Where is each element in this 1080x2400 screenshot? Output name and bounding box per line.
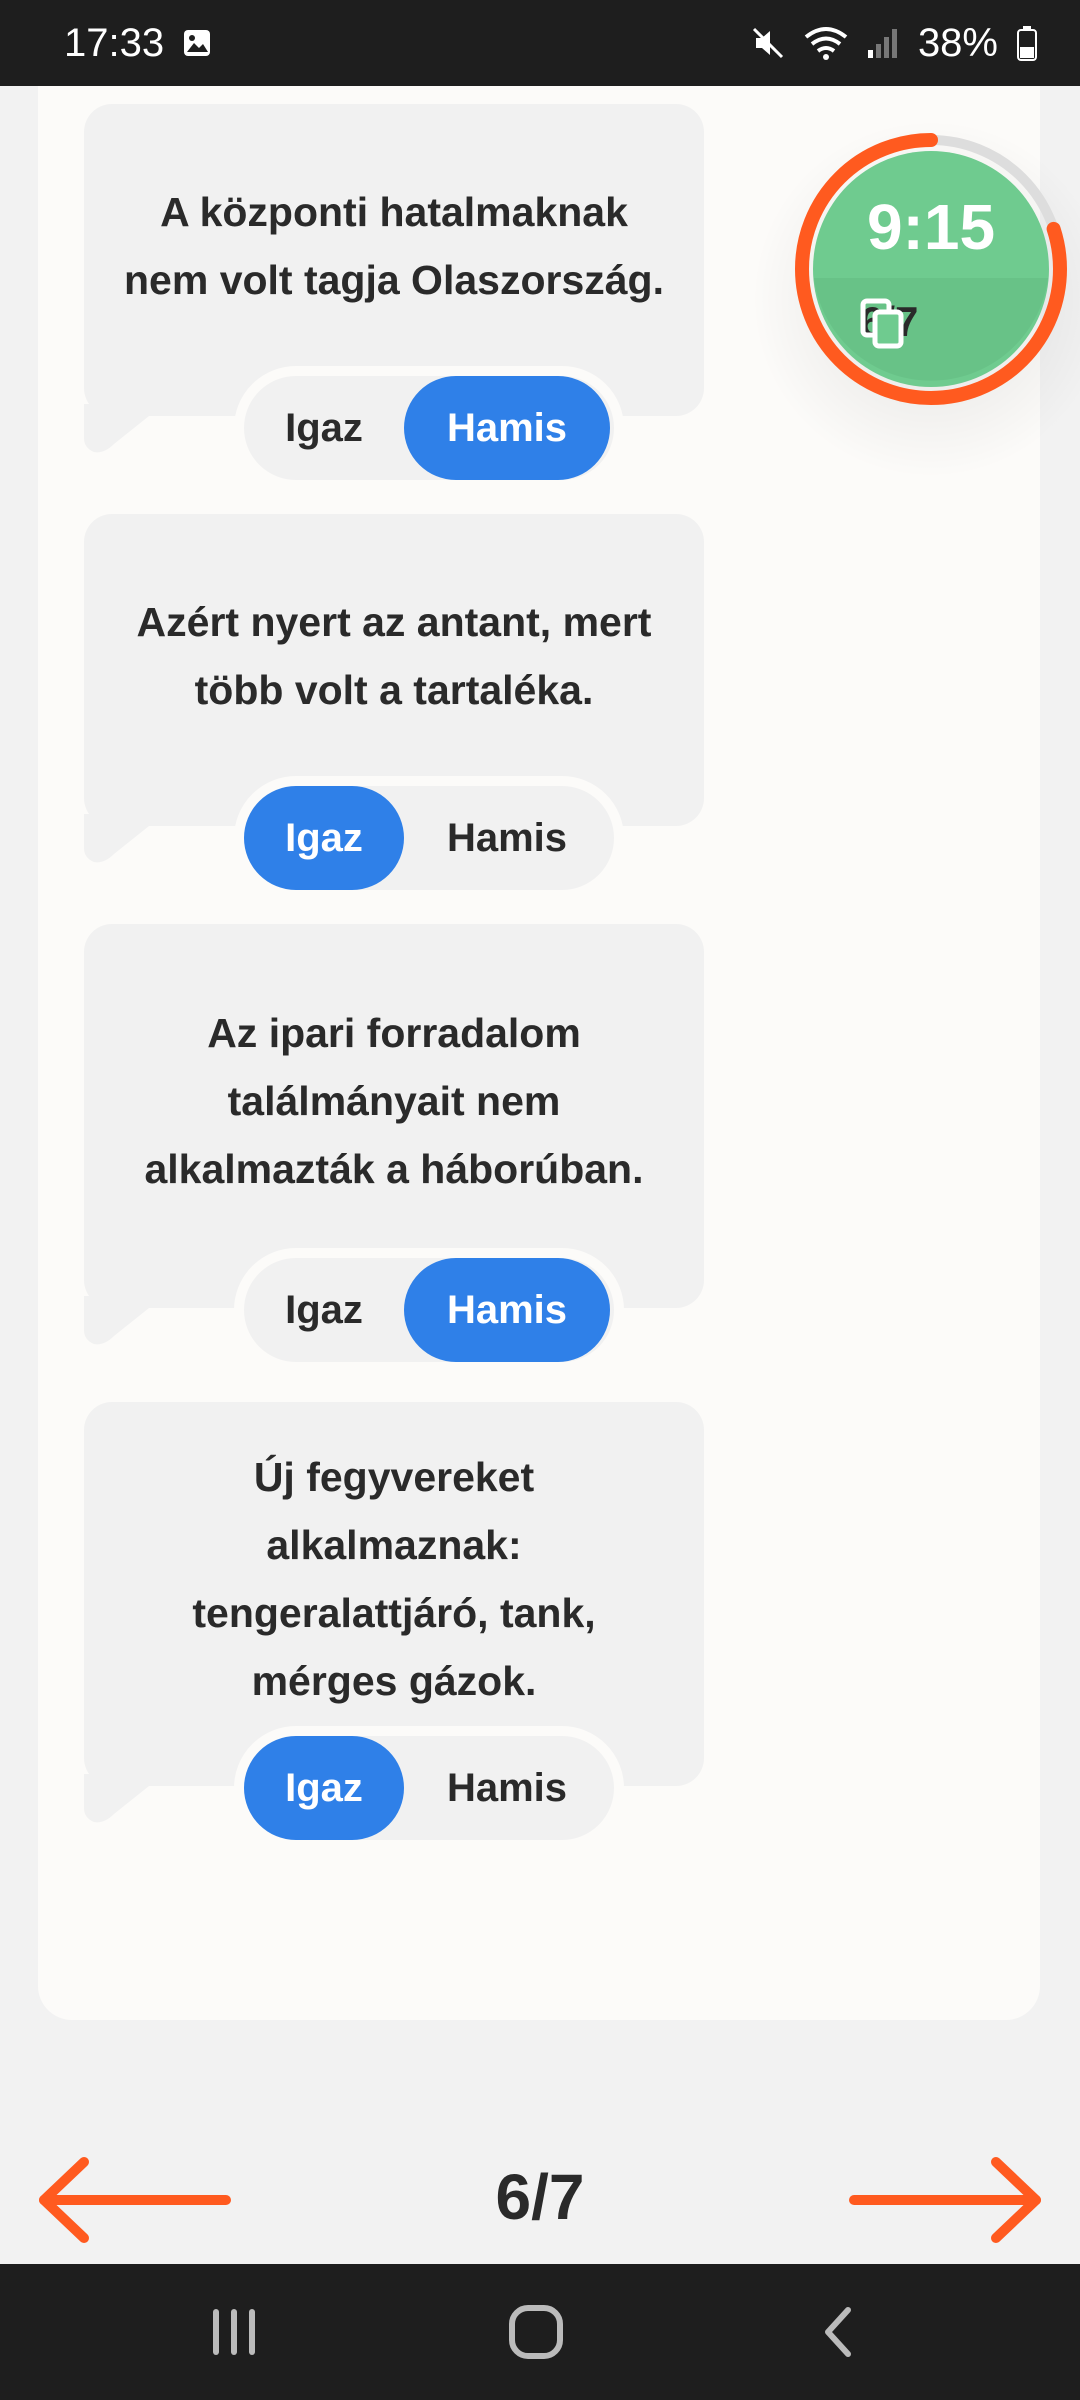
timer-count: 6/7 xyxy=(860,298,940,349)
recent-apps-icon[interactable] xyxy=(204,2302,264,2367)
system-navigation-bar xyxy=(0,2264,1080,2400)
question-text: Az ipari forradalom találmányait nem alk… xyxy=(144,1010,644,1192)
bottom-navigation: 6/7 xyxy=(0,2150,1080,2250)
option-hamis[interactable]: Hamis xyxy=(404,1736,610,1840)
question-text: Azért nyert az antant, mert több volt a … xyxy=(136,599,652,713)
question-text: Új fegyvereket alkalmaznak: tengeralattj… xyxy=(192,1454,596,1704)
option-hamis[interactable]: Hamis xyxy=(404,786,610,890)
status-bar: 17:33 38% xyxy=(0,0,1080,86)
home-icon[interactable] xyxy=(506,2302,566,2367)
bubble-tail xyxy=(84,1774,164,1823)
arrow-right-icon xyxy=(849,2157,1041,2243)
timer-time: 9:15 xyxy=(866,191,996,263)
question-card-4: Új fegyvereket alkalmaznak: tengeralattj… xyxy=(84,1402,704,1850)
question-card-2: Azért nyert az antant, mert több volt a … xyxy=(84,514,704,900)
bubble-tail xyxy=(84,1296,164,1345)
option-hamis[interactable]: Hamis xyxy=(404,376,610,480)
next-button[interactable] xyxy=(846,2150,1046,2250)
answer-toggle: Igaz Hamis xyxy=(234,776,624,900)
question-card-1: A központi hatalmaknak nem volt tagja Ol… xyxy=(84,104,704,490)
option-igaz[interactable]: Igaz xyxy=(244,786,404,890)
wifi-icon xyxy=(804,25,848,61)
question-text: A központi hatalmaknak nem volt tagja Ol… xyxy=(124,189,664,303)
image-icon xyxy=(182,28,212,58)
battery-icon xyxy=(1016,25,1038,61)
option-igaz[interactable]: Igaz xyxy=(244,1258,404,1362)
signal-icon xyxy=(866,26,900,60)
bubble-tail xyxy=(84,814,164,863)
option-igaz[interactable]: Igaz xyxy=(244,376,404,480)
option-hamis[interactable]: Hamis xyxy=(404,1258,610,1362)
status-time: 17:33 xyxy=(64,20,165,65)
question-card-3: Az ipari forradalom találmányait nem alk… xyxy=(84,924,704,1372)
back-icon[interactable] xyxy=(810,2302,870,2367)
answer-toggle: Igaz Hamis xyxy=(234,1726,624,1850)
battery-percent: 38% xyxy=(917,20,998,65)
timer-ring xyxy=(795,133,1067,405)
mute-icon xyxy=(750,25,786,61)
bubble-tail xyxy=(84,404,164,453)
option-igaz[interactable]: Igaz xyxy=(244,1736,404,1840)
answer-toggle: Igaz Hamis xyxy=(234,366,624,490)
timer-widget[interactable]: 9:15 6/7 xyxy=(750,118,1080,480)
answer-toggle: Igaz Hamis xyxy=(234,1248,624,1372)
